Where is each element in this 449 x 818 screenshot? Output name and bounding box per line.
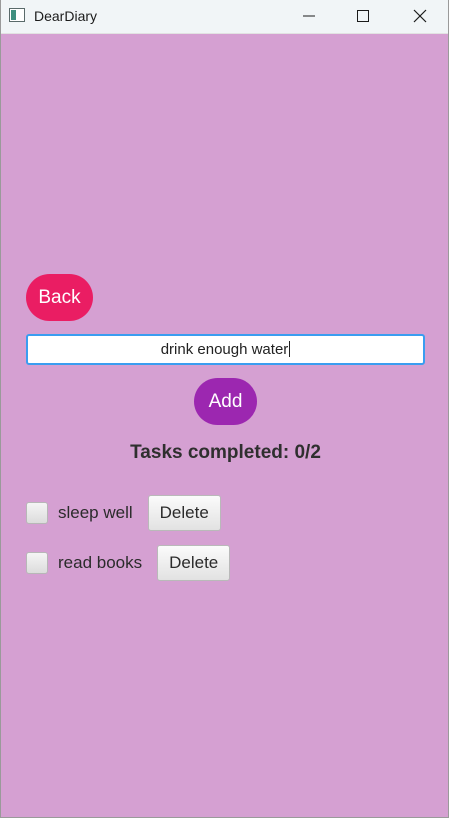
window-title: DearDiary (34, 8, 98, 24)
back-button[interactable]: Back (26, 274, 93, 321)
add-button[interactable]: Add (194, 378, 257, 425)
maximize-icon (357, 10, 369, 22)
task-input-value: drink enough water (160, 341, 289, 358)
task-row: read books Delete (26, 545, 231, 581)
app-window: DearDiary Back drink enough water Add Ta… (0, 0, 449, 818)
title-bar[interactable]: DearDiary (1, 0, 448, 34)
task-row: sleep well Delete (26, 495, 221, 531)
tasks-completed-label: Tasks completed: 0/2 (130, 442, 321, 463)
close-button[interactable] (397, 0, 443, 32)
task-label: sleep well (58, 503, 133, 522)
task-label: read books (58, 553, 143, 572)
minimize-button[interactable] (286, 0, 332, 32)
maximize-button[interactable] (340, 0, 386, 32)
delete-button[interactable]: Delete (157, 545, 231, 581)
task-checkbox[interactable] (26, 502, 48, 524)
close-icon (413, 9, 427, 23)
task-input[interactable]: drink enough water (26, 334, 425, 365)
delete-button[interactable]: Delete (147, 495, 221, 531)
minimize-icon (303, 15, 315, 17)
text-caret (289, 341, 291, 357)
task-checkbox[interactable] (26, 552, 48, 574)
app-icon (9, 8, 25, 22)
